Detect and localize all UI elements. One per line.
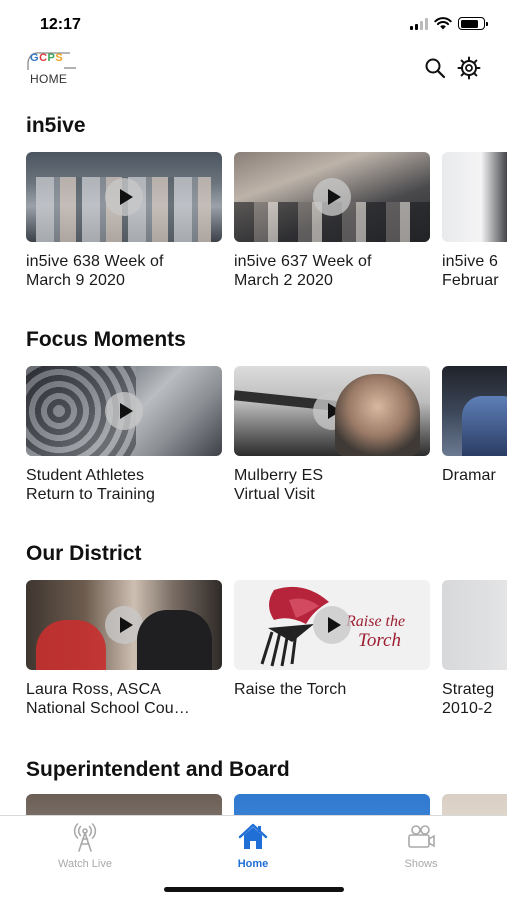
tab-label: Shows [404,858,438,870]
section-focus-moments: Focus Moments Student Athletes Return to… [0,328,507,528]
video-card[interactable] [234,794,430,815]
video-title-line: National School Cou… [26,700,190,717]
tab-shows[interactable]: Shows [366,822,476,872]
video-thumbnail[interactable] [234,152,430,242]
video-title: in5ive 637 Week of March 2 2020 [234,252,430,290]
video-card[interactable]: in5ive 637 Week of March 2 2020 [234,152,430,302]
logo-letter-s: S [55,52,64,64]
video-title-line: in5ive 637 Week of [234,253,372,270]
video-title-line: March 2 2020 [234,272,334,289]
video-title: in5ive 638 Week of March 9 2020 [26,252,222,290]
video-rail[interactable]: in5ive 638 Week of March 9 2020 in5ive 6… [26,152,507,302]
video-camera-icon [408,825,435,848]
search-icon [425,58,446,79]
section-title: in5ive [26,114,86,137]
video-title-line: Februar [442,272,499,289]
logo-home-text: HOME [30,72,68,86]
gear-icon [457,56,481,80]
video-thumbnail[interactable] [442,794,507,815]
tab-watch-live[interactable]: Watch Live [30,822,140,872]
play-icon [105,606,143,644]
section-superintendent-board: Superintendent and Board [0,758,507,815]
video-title-line: Virtual Visit [234,486,315,503]
video-title: in5ive 6 Februar [442,252,507,290]
logo-letter-g: G [30,52,40,64]
video-card[interactable]: Dramar [442,366,507,516]
video-rail[interactable]: Student Athletes Return to Training Mulb… [26,366,507,516]
video-title: Student Athletes Return to Training [26,466,222,504]
video-thumbnail[interactable] [442,366,507,456]
play-icon [313,606,351,644]
video-thumbnail[interactable] [26,366,222,456]
video-title-line: Student Athletes [26,467,145,484]
play-icon [313,178,351,216]
play-icon [105,178,143,216]
video-card[interactable]: Student Athletes Return to Training [26,366,222,516]
video-title-line: 2010-2 [442,700,493,717]
video-title: Mulberry ES Virtual Visit [234,466,430,504]
logo-wordmark: GCPS [30,52,63,64]
cellular-signal-icon [410,17,428,30]
video-card[interactable]: Strateg 2010-2 [442,580,507,730]
broadcast-tower-icon [73,823,97,852]
video-thumbnail[interactable] [26,794,222,815]
video-card[interactable]: in5ive 6 Februar [442,152,507,302]
video-title: Laura Ross, ASCA National School Cou… [26,680,222,718]
logo-letter-c: C [39,52,48,64]
app-header: GCPS HOME [0,46,507,94]
torch-title-text: Raise the [345,613,405,630]
video-title: Raise the Torch [234,680,430,699]
video-card[interactable]: in5ive 638 Week of March 9 2020 [26,152,222,302]
video-thumbnail[interactable] [234,366,430,456]
video-title-line: March 9 2020 [26,272,126,289]
section-title: Superintendent and Board [26,758,290,781]
section-title: Focus Moments [26,328,186,351]
video-card[interactable] [442,794,507,815]
tab-label: Home [237,858,269,870]
tab-label: Watch Live [57,858,112,870]
video-thumbnail[interactable]: Raise the Torch [234,580,430,670]
home-icon [238,823,268,849]
video-card[interactable]: Mulberry ES Virtual Visit [234,366,430,516]
status-bar: 12:17 [0,0,507,44]
video-title-line: Laura Ross, ASCA [26,681,161,698]
video-title: Dramar [442,466,507,485]
home-indicator[interactable] [164,887,344,892]
video-card[interactable]: Laura Ross, ASCA National School Cou… [26,580,222,730]
video-rail[interactable] [26,794,507,815]
video-thumbnail[interactable] [234,794,430,815]
video-title-line: Strateg [442,681,495,698]
settings-button[interactable] [455,54,483,82]
video-thumbnail[interactable] [26,580,222,670]
video-rail[interactable]: Laura Ross, ASCA National School Cou… Ra… [26,580,507,730]
battery-icon [458,17,488,30]
video-thumbnail[interactable] [442,152,507,242]
video-title-line: Raise the Torch [234,681,347,698]
video-title-line: Return to Training [26,486,155,503]
tab-home[interactable]: Home [198,822,308,872]
video-title-line: Mulberry ES [234,467,324,484]
video-thumbnail[interactable] [26,152,222,242]
video-title-line: Dramar [442,467,496,484]
play-icon [105,392,143,430]
video-title-line: in5ive 638 Week of [26,253,164,270]
search-button[interactable] [421,54,449,82]
status-icons [410,17,488,30]
video-card[interactable]: Raise the Torch Raise the Torch [234,580,430,730]
video-thumbnail[interactable] [442,580,507,670]
wifi-icon [434,17,452,30]
video-title-line: in5ive 6 [442,253,498,270]
gcps-home-logo: GCPS HOME [26,50,86,90]
section-in5ive: in5ive in5ive 638 Week of March 9 2020 i… [0,114,507,314]
play-icon [313,392,351,430]
status-time: 12:17 [40,16,81,33]
torch-title-text: Torch [358,630,401,651]
section-our-district: Our District Laura Ross, ASCA National S… [0,542,507,742]
video-title: Strateg 2010-2 [442,680,507,718]
section-title: Our District [26,542,142,565]
video-card[interactable] [26,794,222,815]
